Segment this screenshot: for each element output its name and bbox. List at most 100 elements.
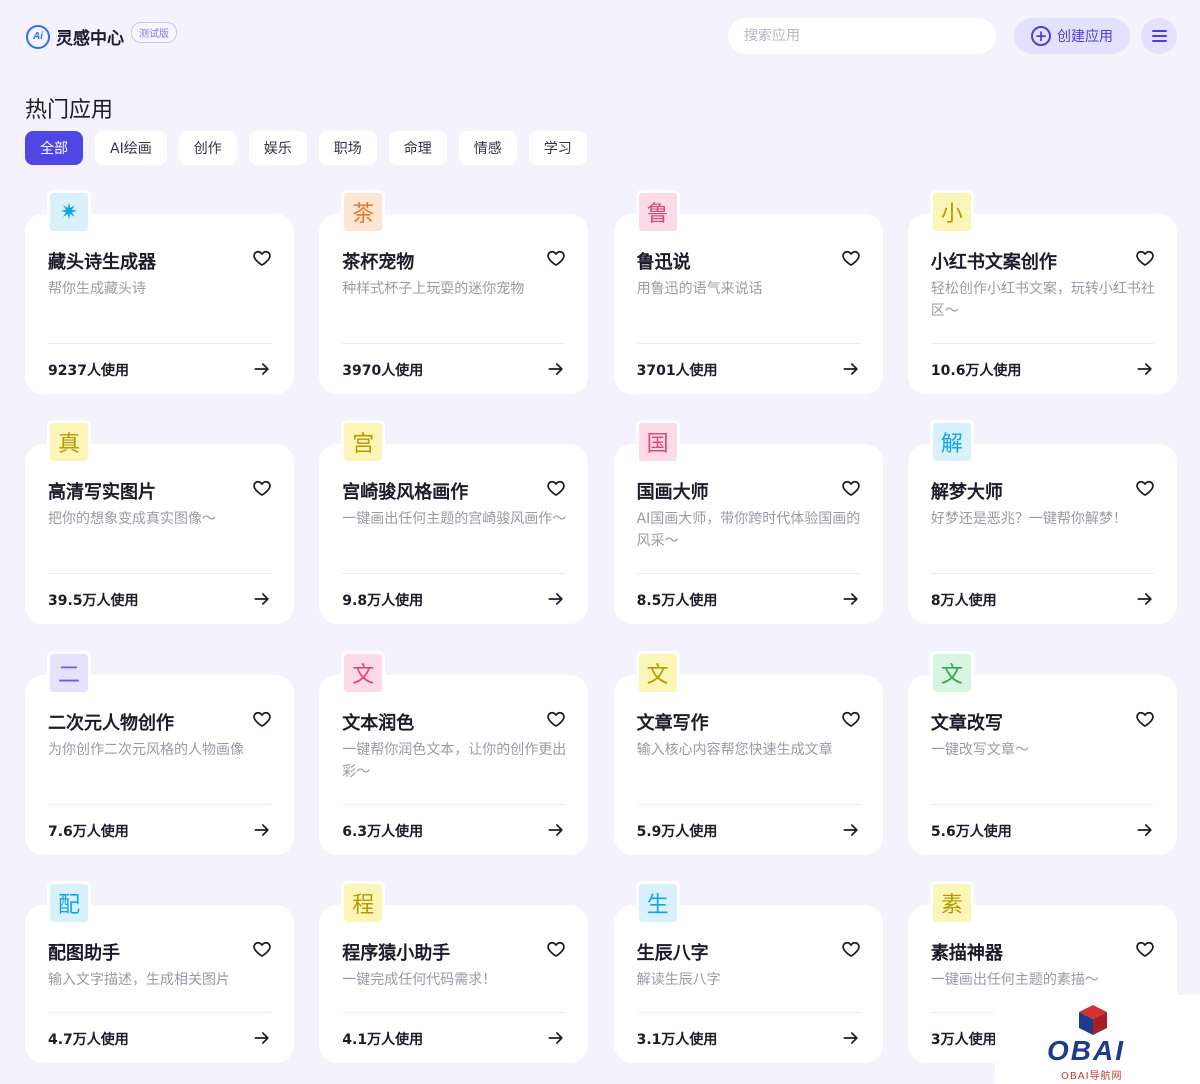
filter-tab[interactable]: 娱乐: [248, 131, 307, 165]
app-card[interactable]: 真高清写实图片 把你的想象变成真实图像～ 39.5万人使用: [25, 420, 294, 625]
heart-icon[interactable]: [252, 248, 272, 268]
card-usage: 9237人使用: [48, 363, 129, 379]
arrow-right-icon[interactable]: [546, 589, 566, 609]
heart-icon[interactable]: [252, 939, 272, 959]
app-card[interactable]: 文文章写作 输入核心内容帮您快速生成文章 5.9万人使用: [613, 650, 883, 855]
wen-char-icon: 文: [929, 650, 974, 695]
card-divider: [342, 1011, 566, 1013]
app-card[interactable]: 国国画大师 AI国画大师，带你跨时代体验国画的风采～ 8.5万人使用: [613, 420, 883, 625]
card-description: 解读生辰八字: [636, 971, 721, 988]
app-card[interactable]: 宫宫崎骏风格画作 一键画出任何主题的宫崎骏风画作～ 9.8万人使用: [319, 420, 589, 625]
search-input[interactable]: [728, 18, 996, 54]
heart-icon[interactable]: [841, 478, 861, 498]
heart-icon[interactable]: [1135, 248, 1155, 268]
wen-char-icon: 文: [341, 650, 386, 695]
arrow-right-icon[interactable]: [841, 820, 861, 840]
app-logo[interactable]: Ai 灵感中心 测试版: [26, 22, 177, 49]
card-title: 解梦大师: [930, 482, 1003, 504]
card-description: 为你创作二次元风格的人物画像: [48, 741, 244, 758]
card-divider: [636, 1011, 860, 1013]
filter-tab[interactable]: 命理: [388, 131, 447, 165]
card-description: 一键画出任何主题的宫崎骏风画作～: [342, 511, 567, 528]
arrow-right-icon[interactable]: [252, 359, 272, 379]
app-card[interactable]: 二二次元人物创作 为你创作二次元风格的人物画像 7.6万人使用: [25, 650, 294, 855]
filter-tab[interactable]: 职场: [318, 131, 377, 165]
menu-button[interactable]: [1141, 18, 1177, 54]
card-title: 生辰八字: [636, 942, 709, 964]
sheng-char-icon: 生: [635, 880, 680, 925]
card-divider: [342, 573, 566, 575]
create-app-button[interactable]: + 创建应用: [1014, 18, 1130, 54]
card-divider: [48, 573, 271, 575]
heart-icon[interactable]: [841, 939, 861, 959]
card-description: AI国画大师，带你跨时代体验国画的风采～: [636, 511, 861, 550]
app-card[interactable]: 解解梦大师 好梦还是恶兆？一键帮你解梦！ 8万人使用: [907, 420, 1177, 625]
heart-icon[interactable]: [841, 248, 861, 268]
top-header: Ai 灵感中心 测试版 + 创建应用: [0, 0, 1200, 72]
card-title: 鲁迅说: [636, 252, 691, 273]
starburst-icon: ✷: [47, 190, 91, 234]
wen-char-icon: 文: [635, 650, 680, 695]
app-card[interactable]: 生生辰八字 解读生辰八字 3.1万人使用: [613, 880, 883, 1063]
arrow-right-icon[interactable]: [841, 589, 861, 609]
watermark-subtext: OBAI导航网: [1061, 1071, 1123, 1082]
arrow-right-icon[interactable]: [252, 589, 272, 609]
filter-tab[interactable]: 全部: [25, 131, 83, 165]
filter-tab[interactable]: 情感: [458, 131, 517, 165]
arrow-right-icon[interactable]: [841, 359, 861, 379]
zhen-char-icon: 真: [47, 420, 91, 465]
app-card[interactable]: 小小红书文案创作 轻松创作小红书文案，玩转小红书社区～ 10.6万人使用: [907, 190, 1177, 394]
arrow-right-icon[interactable]: [252, 820, 272, 840]
app-card[interactable]: 文文章改写 一键改写文章～ 5.6万人使用: [907, 650, 1177, 855]
heart-icon[interactable]: [1135, 709, 1155, 729]
card-description: 帮你生成藏头诗: [48, 281, 146, 297]
card-title: 茶杯宠物: [342, 252, 415, 273]
heart-icon[interactable]: [1135, 478, 1155, 498]
heart-icon[interactable]: [546, 248, 566, 268]
heart-icon[interactable]: [546, 939, 566, 959]
card-usage: 7.6万人使用: [48, 823, 129, 840]
arrow-right-icon[interactable]: [841, 1028, 861, 1048]
card-description: 轻松创作小红书文案，玩转小红书社区～: [930, 281, 1155, 319]
app-card[interactable]: 文文本润色 一键帮你润色文本，让你的创作更出彩～ 6.3万人使用: [319, 650, 589, 855]
card-divider: [48, 1011, 271, 1013]
arrow-right-icon[interactable]: [546, 1028, 566, 1048]
ai-logo-icon: Ai: [26, 24, 50, 49]
app-card[interactable]: 配配图助手 输入文字描述，生成相关图片 4.7万人使用: [25, 880, 294, 1063]
arrow-right-icon[interactable]: [252, 1028, 272, 1048]
arrow-right-icon[interactable]: [546, 359, 566, 379]
heart-icon[interactable]: [546, 709, 566, 729]
su-char-icon: 素: [929, 880, 974, 925]
heart-icon[interactable]: [1135, 939, 1155, 959]
app-title: 灵感中心: [56, 29, 124, 49]
arrow-right-icon[interactable]: [1135, 820, 1155, 840]
card-usage: 39.5万人使用: [48, 593, 139, 610]
filter-tab[interactable]: 学习: [528, 131, 587, 165]
card-description: 输入核心内容帮您快速生成文章: [636, 741, 833, 758]
cheng-char-icon: 程: [341, 880, 386, 925]
arrow-right-icon[interactable]: [1135, 359, 1155, 379]
card-divider: [930, 573, 1154, 575]
plus-circle-icon: +: [1031, 26, 1051, 46]
card-title: 藏头诗生成器: [48, 252, 156, 273]
heart-icon[interactable]: [252, 709, 272, 729]
pei-char-icon: 配: [47, 880, 91, 925]
app-card[interactable]: ✷ 藏头诗生成器帮你生成藏头诗 9237人使用: [25, 190, 294, 394]
filter-tab[interactable]: AI绘画: [95, 131, 167, 165]
filter-tab[interactable]: 创作: [178, 131, 237, 165]
heart-icon[interactable]: [546, 478, 566, 498]
card-usage: 4.1万人使用: [342, 1031, 424, 1048]
heart-icon[interactable]: [841, 709, 861, 729]
app-card[interactable]: 鲁鲁迅说 用鲁迅的语气来说话 3701人使用: [613, 190, 883, 394]
card-description: 一键画出任何主题的素描～: [930, 971, 1099, 988]
card-description: 用鲁迅的语气来说话: [636, 281, 763, 297]
arrow-right-icon[interactable]: [1135, 589, 1155, 609]
card-usage: 8.5万人使用: [636, 593, 718, 610]
app-card[interactable]: 茶茶杯宠物 种样式杯子上玩耍的迷你宠物 3970人使用: [319, 190, 589, 394]
card-description: 一键完成任何代码需求！: [342, 971, 497, 988]
app-card[interactable]: 程程序猿小助手 一键完成任何代码需求！ 4.1万人使用: [319, 880, 589, 1063]
heart-icon[interactable]: [252, 478, 272, 498]
lu-char-icon: 鲁: [635, 190, 680, 234]
arrow-right-icon[interactable]: [546, 820, 566, 840]
card-usage: 10.6万人使用: [930, 363, 1022, 379]
